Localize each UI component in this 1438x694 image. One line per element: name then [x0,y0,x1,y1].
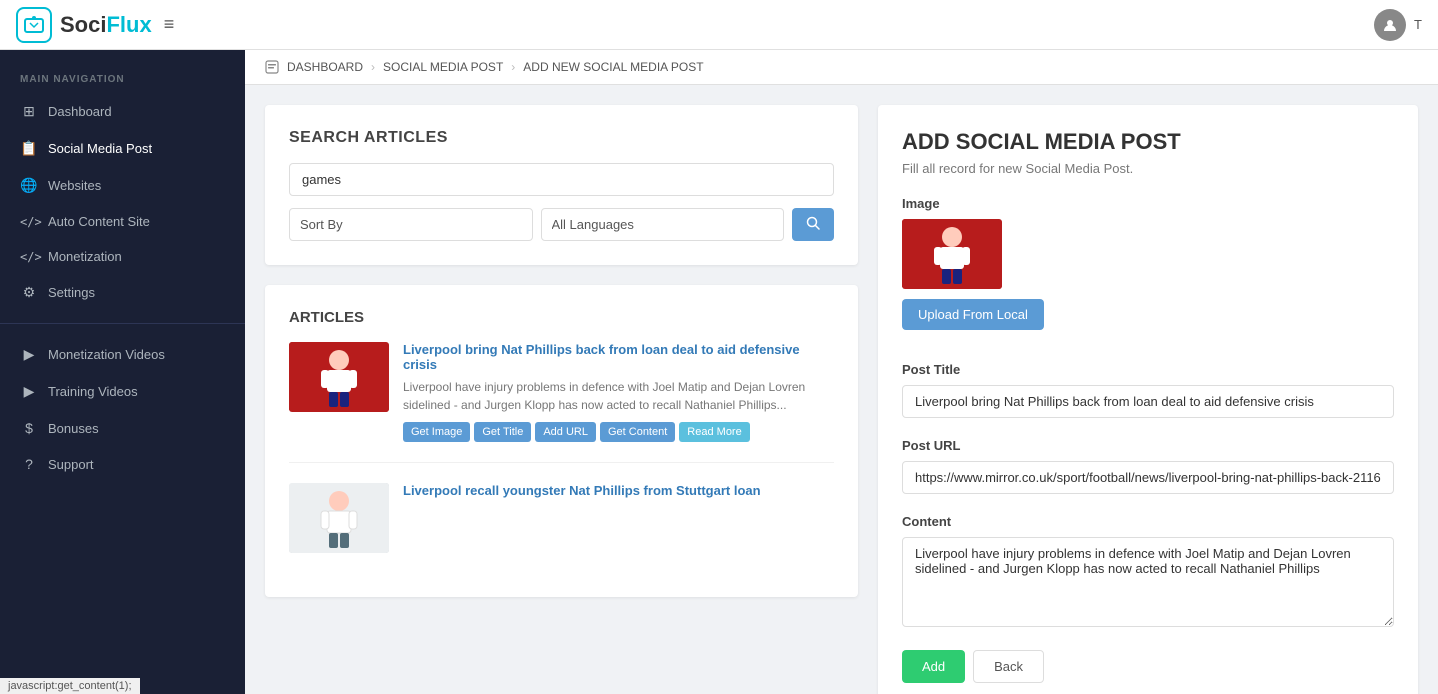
user-avatar[interactable] [1374,9,1406,41]
add-url-btn-1[interactable]: Add URL [535,422,596,442]
post-url-label: Post URL [902,438,1394,453]
sidebar-label-bonuses: Bonuses [48,421,99,436]
auto-content-icon: </> [20,215,38,229]
get-content-btn-1[interactable]: Get Content [600,422,675,442]
post-title-label: Post Title [902,362,1394,377]
sidebar-label-auto-content: Auto Content Site [48,214,150,229]
logo: SociFlux [16,7,152,43]
sidebar-label-monetization: Monetization [48,249,122,264]
sidebar-item-training-videos[interactable]: ▶ Training Videos [0,373,245,410]
back-button[interactable]: Back [973,650,1044,683]
search-button[interactable] [792,208,834,241]
sidebar-label-monetization-videos: Monetization Videos [48,347,165,362]
sidebar-label-settings: Settings [48,285,95,300]
article-actions-1: Get Image Get Title Add URL Get Content … [403,422,834,442]
post-image-preview [902,219,1002,289]
article-thumbnail-1 [289,342,389,412]
username-label: T [1414,17,1422,32]
article-item: Liverpool bring Nat Phillips back from l… [289,342,834,463]
sidebar-item-websites[interactable]: 🌐 Websites [0,167,245,204]
article-item: Liverpool recall youngster Nat Phillips … [289,483,834,573]
articles-title: ARTICLES [289,309,834,326]
sidebar-label-dashboard: Dashboard [48,104,112,119]
content-area: DASHBOARD › SOCIAL MEDIA POST › ADD NEW … [245,50,1438,694]
sidebar-item-monetization-videos[interactable]: ▶ Monetization Videos [0,336,245,373]
upload-from-local-button[interactable]: Upload From Local [902,299,1044,330]
search-input[interactable] [289,163,834,196]
sidebar: MAIN NAVIGATION ⊞ Dashboard 📋 Social Med… [0,50,245,694]
search-articles-card: SEARCH ARTICLES Sort By Newest Oldest Po… [265,105,858,265]
content-label: Content [902,514,1394,529]
search-articles-title: SEARCH ARTICLES [289,129,834,147]
sidebar-item-monetization[interactable]: </> Monetization [0,239,245,274]
sidebar-item-bonuses[interactable]: $ Bonuses [0,410,245,446]
articles-card: ARTICLES [265,285,858,597]
social-media-post-icon: 📋 [20,140,38,157]
monetization-icon: </> [20,250,38,264]
article-body-1: Liverpool bring Nat Phillips back from l… [403,342,834,442]
image-label: Image [902,196,1394,211]
sidebar-item-social-media-post[interactable]: 📋 Social Media Post [0,130,245,167]
article-title-2[interactable]: Liverpool recall youngster Nat Phillips … [403,483,834,498]
sidebar-item-support[interactable]: ? Support [0,446,245,482]
form-actions: Add Back [902,650,1394,683]
sidebar-label-social-media-post: Social Media Post [48,141,152,156]
bonuses-icon: $ [20,420,38,436]
top-right-area: T [1374,9,1422,41]
add-button[interactable]: Add [902,650,965,683]
add-post-card: ADD SOCIAL MEDIA POST Fill all record fo… [878,105,1418,694]
websites-icon: 🌐 [20,177,38,194]
breadcrumb-icon [265,60,279,74]
get-image-btn-1[interactable]: Get Image [403,422,470,442]
article-body-2: Liverpool recall youngster Nat Phillips … [403,483,834,553]
nav-label: MAIN NAVIGATION [0,58,245,93]
status-bar: javascript:get_content(1); [0,678,140,694]
breadcrumb-social-media-post[interactable]: SOCIAL MEDIA POST [383,60,503,74]
language-select[interactable]: All Languages English Spanish French [541,208,785,241]
dashboard-icon: ⊞ [20,103,38,120]
sidebar-label-training-videos: Training Videos [48,384,138,399]
monetization-videos-icon: ▶ [20,346,38,363]
breadcrumb-current: ADD NEW SOCIAL MEDIA POST [523,60,703,74]
add-post-subtitle: Fill all record for new Social Media Pos… [902,161,1394,176]
article-excerpt-1: Liverpool have injury problems in defenc… [403,378,834,414]
article-title-1[interactable]: Liverpool bring Nat Phillips back from l… [403,342,834,372]
search-icon [806,216,820,230]
post-title-input[interactable] [902,385,1394,418]
sort-by-select[interactable]: Sort By Newest Oldest Popular [289,208,533,241]
logo-icon [16,7,52,43]
post-url-input[interactable] [902,461,1394,494]
breadcrumb-dashboard[interactable]: DASHBOARD [287,60,363,74]
logo-flux: Flux [106,12,151,37]
support-icon: ? [20,456,38,472]
status-bar-text: javascript:get_content(1); [8,680,132,692]
add-post-title: ADD SOCIAL MEDIA POST [902,129,1394,155]
settings-icon: ⚙ [20,284,38,301]
hamburger-button[interactable]: ≡ [164,14,175,35]
breadcrumb: DASHBOARD › SOCIAL MEDIA POST › ADD NEW … [245,50,1438,85]
sidebar-label-websites: Websites [48,178,101,193]
article-thumbnail-2 [289,483,389,553]
sidebar-item-auto-content[interactable]: </> Auto Content Site [0,204,245,239]
read-more-btn-1[interactable]: Read More [679,422,749,442]
get-title-btn-1[interactable]: Get Title [474,422,531,442]
training-videos-icon: ▶ [20,383,38,400]
sidebar-item-dashboard[interactable]: ⊞ Dashboard [0,93,245,130]
sidebar-label-support: Support [48,457,94,472]
sidebar-item-settings[interactable]: ⚙ Settings [0,274,245,311]
content-textarea[interactable]: Liverpool have injury problems in defenc… [902,537,1394,627]
logo-soci: Soci [60,12,106,37]
